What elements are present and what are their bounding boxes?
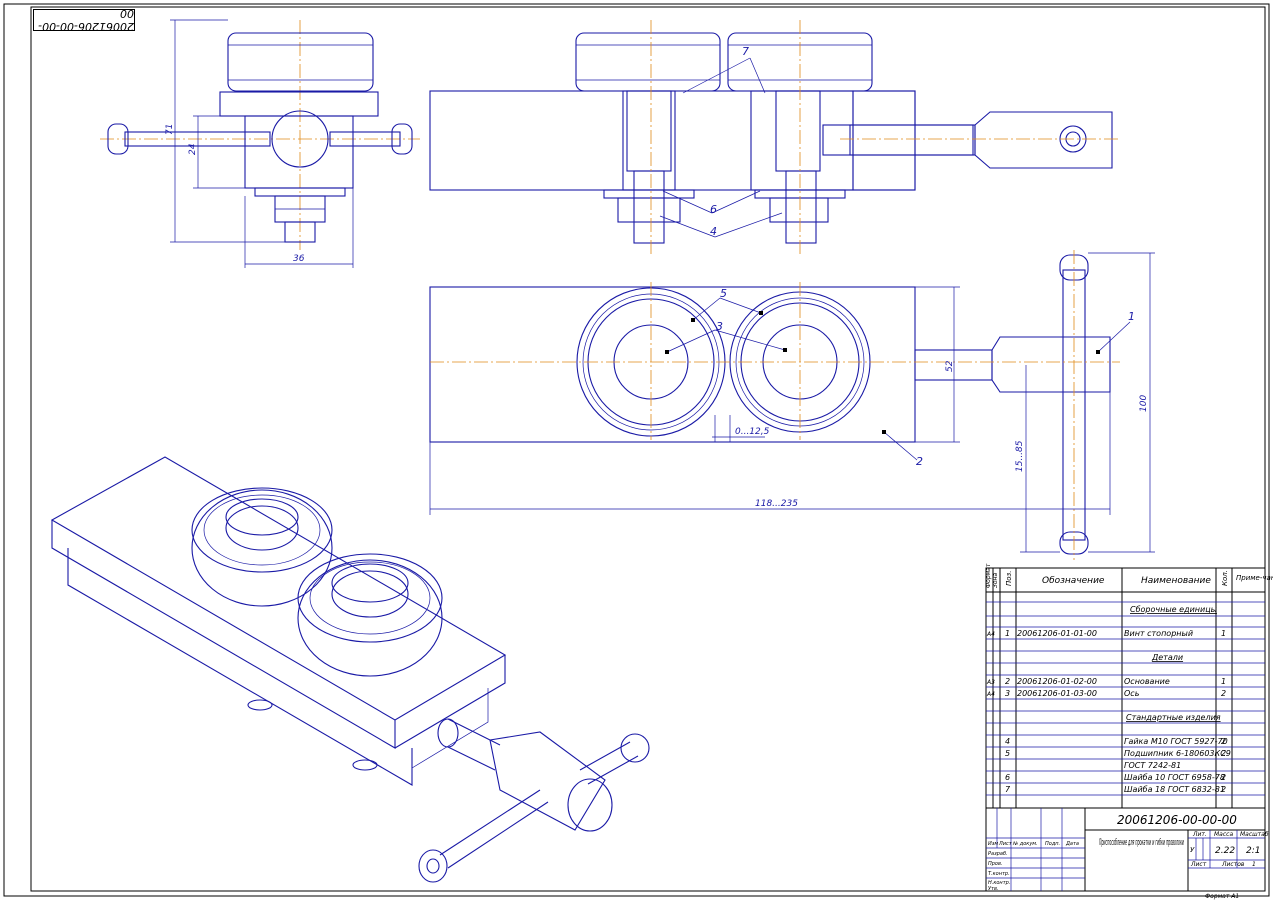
callout-7: 7 (742, 45, 749, 58)
dim-0-12-5: 0...12,5 (735, 427, 770, 437)
spec-row: А4 3 20061206-01-03-00 Ось 2 (986, 689, 1226, 698)
svg-text:Т.контр.: Т.контр. (988, 871, 1010, 877)
svg-text:4: 4 (1005, 737, 1010, 746)
spec-row: А3 2 20061206-01-02-00 Основание 1 (986, 677, 1226, 686)
svg-text:Подп.: Подп. (1045, 841, 1060, 847)
svg-text:Утв.: Утв. (988, 886, 999, 892)
svg-text:7: 7 (1005, 785, 1011, 794)
drawing-sheet: 71 24 36 7 6 4 118...235 52 100 15...85 … (3, 3, 1273, 900)
title-block: 20061206-00-00-00 Приспособление для про… (985, 807, 1269, 892)
callout-3: 3 (716, 320, 723, 333)
dim-15-85: 15...85 (1015, 440, 1025, 472)
svg-text:2: 2 (1221, 785, 1226, 794)
section-parts: Детали (1151, 653, 1183, 662)
svg-text:Винт стопорный: Винт стопорный (1124, 629, 1193, 638)
svg-text:2: 2 (1221, 773, 1226, 782)
scale-label: Масштаб (1240, 831, 1269, 838)
scale-value: 2:1 (1246, 846, 1260, 856)
svg-text:1: 1 (1005, 629, 1010, 638)
svg-text:Дата: Дата (1065, 841, 1079, 847)
spec-table: Формат Зона Поз. Обозначение Наименовани… (985, 563, 1273, 809)
dim-100: 100 (1139, 395, 1149, 412)
hdr-note: Приме-чание (1236, 574, 1273, 582)
svg-text:1: 1 (1221, 629, 1226, 638)
hdr-qty: Кол. (1221, 570, 1229, 586)
isometric-view (50, 456, 650, 883)
title-text: Приспособление для прокатки и гибки пров… (1099, 838, 1184, 848)
dim-36: 36 (293, 254, 305, 264)
sheet-label: Лист (1190, 861, 1207, 868)
plan-view: 118...235 52 100 15...85 0...12,5 5 3 1 … (429, 250, 1155, 560)
svg-text:1: 1 (1221, 677, 1226, 686)
lit-label: Лит. (1192, 831, 1207, 838)
svg-text:2: 2 (1221, 689, 1226, 698)
callout-1: 1 (1128, 310, 1135, 323)
mass-value: 2.22 (1215, 846, 1235, 856)
lit-value: У (1190, 846, 1195, 854)
title-code: 20061206-00-00-00 (1117, 813, 1237, 827)
dim-52: 52 (945, 360, 955, 372)
format-label: Формат А1 (1205, 893, 1239, 900)
svg-text:2: 2 (1005, 677, 1010, 686)
sheets-label: Листов (1221, 861, 1245, 868)
dim-118-235: 118...235 (755, 499, 798, 509)
side-view: 71 24 36 (100, 19, 420, 268)
spec-row: 6 Шайба 10 ГОСТ 6958-78 2 (1005, 773, 1226, 782)
spec-row: ГОСТ 7242-81 (1124, 761, 1181, 770)
svg-text:А4: А4 (986, 631, 995, 638)
svg-text:5: 5 (1005, 749, 1010, 758)
svg-text:Основание: Основание (1124, 677, 1170, 686)
svg-text:А4: А4 (986, 691, 995, 698)
svg-text:№ докум.: № докум. (1012, 841, 1038, 847)
svg-text:Шайба 10 ГОСТ 6958-78: Шайба 10 ГОСТ 6958-78 (1124, 773, 1225, 782)
spec-row: 5 Подшипник 6-180603КС9 2 (1005, 749, 1231, 758)
svg-text:Подшипник 6-180603КС9: Подшипник 6-180603КС9 (1124, 749, 1231, 758)
svg-text:3: 3 (1005, 689, 1010, 698)
spec-row: 4 Гайка М10 ГОСТ 5927-70 2 (1005, 737, 1228, 746)
callout-4: 4 (710, 225, 717, 238)
svg-text:Изм: Изм (988, 841, 998, 847)
svg-text:А3: А3 (986, 679, 995, 686)
spec-row: А4 1 20061206-01-01-00 Винт стопорный 1 (986, 629, 1226, 638)
svg-text:6: 6 (1005, 773, 1010, 782)
hdr-format: Формат (985, 563, 992, 588)
dim-71: 71 (165, 124, 175, 135)
section-standard: Стандартные изделия (1126, 713, 1221, 722)
svg-text:Пров.: Пров. (988, 861, 1003, 867)
mass-label: Масса (1214, 831, 1233, 838)
svg-text:20061206-01-01-00: 20061206-01-01-00 (1017, 629, 1097, 638)
svg-text:Разраб.: Разраб. (988, 851, 1008, 857)
svg-text:Гайка М10 ГОСТ 5927-70: Гайка М10 ГОСТ 5927-70 (1124, 737, 1228, 746)
svg-text:Ось: Ось (1124, 689, 1140, 698)
hdr-zone: Зона (992, 573, 999, 588)
spec-row: 7 Шайба 18 ГОСТ 6832-81 2 (1005, 785, 1226, 794)
svg-text:ГОСТ 7242-81: ГОСТ 7242-81 (1124, 761, 1181, 770)
svg-text:Шайба 18 ГОСТ 6832-81: Шайба 18 ГОСТ 6832-81 (1124, 785, 1225, 794)
svg-text:2: 2 (1221, 737, 1226, 746)
hdr-name: Наименование (1141, 576, 1211, 586)
hdr-designation: Обозначение (1042, 576, 1105, 586)
svg-text:2: 2 (1221, 749, 1226, 758)
callout-5: 5 (720, 287, 727, 300)
callout-6: 6 (710, 203, 717, 216)
svg-text:20061206-01-02-00: 20061206-01-02-00 (1017, 677, 1097, 686)
section-view: 7 6 4 (429, 20, 1120, 255)
svg-text:Лист: Лист (998, 841, 1013, 847)
section-assembly: Сборочные единицы (1130, 605, 1217, 614)
hdr-pos: Поз. (1005, 571, 1013, 587)
sheets-value: 1 (1252, 861, 1256, 868)
dim-24: 24 (188, 143, 198, 155)
callout-2: 2 (916, 455, 923, 468)
svg-text:20061206-01-03-00: 20061206-01-03-00 (1017, 689, 1097, 698)
